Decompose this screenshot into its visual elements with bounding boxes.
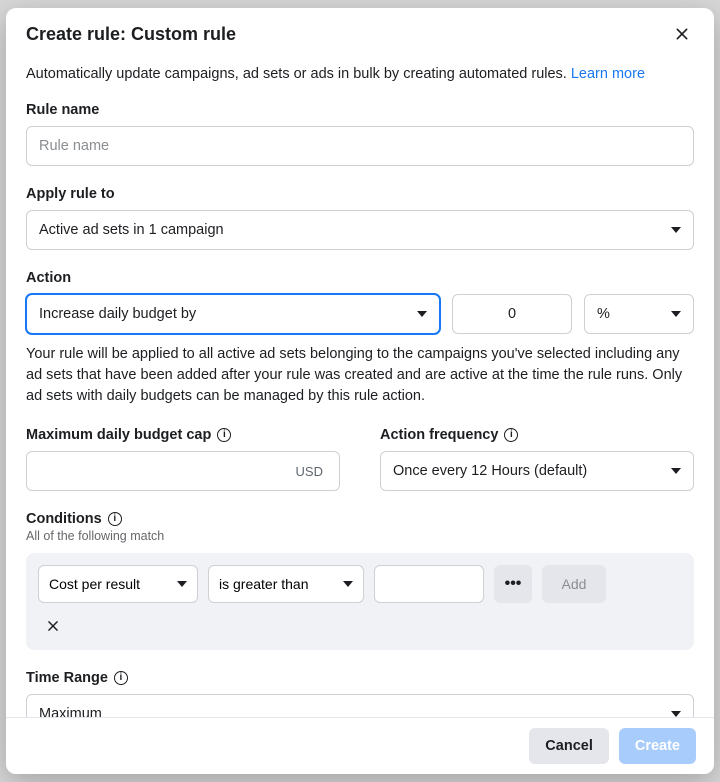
close-button[interactable]	[670, 22, 694, 46]
action-unit-value: %	[597, 306, 610, 322]
modal-footer: Cancel Create	[6, 717, 714, 774]
budget-cap-currency: USD	[296, 464, 327, 479]
time-range-value: Maximum	[39, 706, 102, 717]
apply-to-group: Apply rule to Active ad sets in 1 campai…	[26, 186, 694, 250]
caret-down-icon	[671, 711, 681, 717]
time-range-label: Time Range i	[26, 670, 694, 686]
frequency-label: Action frequency i	[380, 427, 694, 443]
budget-cap-group: Maximum daily budget cap i USD	[26, 427, 340, 491]
more-dots-icon: •••	[505, 575, 522, 593]
caret-down-icon	[671, 227, 681, 233]
modal-header: Create rule: Custom rule	[6, 8, 714, 56]
close-icon	[674, 26, 690, 42]
rule-name-input[interactable]: Rule name	[26, 126, 694, 166]
time-range-group: Time Range i Maximum	[26, 670, 694, 717]
info-icon[interactable]: i	[114, 671, 128, 685]
frequency-group: Action frequency i Once every 12 Hours (…	[380, 427, 694, 491]
caret-down-icon	[671, 468, 681, 474]
action-amount-value: 0	[508, 306, 516, 322]
info-icon[interactable]: i	[108, 512, 122, 526]
caret-down-icon	[343, 581, 353, 587]
conditions-label-text: Conditions	[26, 511, 102, 527]
frequency-value: Once every 12 Hours (default)	[393, 463, 587, 479]
frequency-select[interactable]: Once every 12 Hours (default)	[380, 451, 694, 491]
action-label: Action	[26, 270, 694, 286]
action-group: Action Increase daily budget by 0 %	[26, 270, 694, 334]
action-select[interactable]: Increase daily budget by	[26, 294, 440, 334]
action-select-value: Increase daily budget by	[39, 306, 196, 322]
cap-freq-row: Maximum daily budget cap i USD Action fr…	[26, 427, 694, 491]
condition-metric-select[interactable]: Cost per result	[38, 565, 198, 603]
condition-value-input[interactable]	[374, 565, 484, 603]
rule-name-label: Rule name	[26, 102, 694, 118]
info-icon[interactable]: i	[217, 428, 231, 442]
condition-operator-select[interactable]: is greater than	[208, 565, 364, 603]
condition-more-button[interactable]: •••	[494, 565, 532, 603]
budget-cap-label: Maximum daily budget cap i	[26, 427, 340, 443]
action-help-text: Your rule will be applied to all active …	[26, 344, 694, 407]
action-amount-input[interactable]: 0	[452, 294, 572, 334]
caret-down-icon	[177, 581, 187, 587]
conditions-box: Cost per result is greater than ••• Add	[26, 553, 694, 650]
intro-text: Automatically update campaigns, ad sets …	[26, 64, 694, 84]
condition-operator-value: is greater than	[219, 576, 309, 592]
condition-add-button[interactable]: Add	[542, 565, 606, 603]
time-range-label-text: Time Range	[26, 670, 108, 686]
action-unit-select[interactable]: %	[584, 294, 694, 334]
time-range-select[interactable]: Maximum	[26, 694, 694, 717]
budget-cap-label-text: Maximum daily budget cap	[26, 427, 211, 443]
apply-to-select[interactable]: Active ad sets in 1 campaign	[26, 210, 694, 250]
info-icon[interactable]: i	[504, 428, 518, 442]
cancel-button[interactable]: Cancel	[529, 728, 609, 764]
learn-more-link[interactable]: Learn more	[571, 66, 645, 82]
apply-to-label: Apply rule to	[26, 186, 694, 202]
apply-to-value: Active ad sets in 1 campaign	[39, 222, 224, 238]
conditions-group: Conditions i All of the following match …	[26, 511, 694, 650]
modal-title: Create rule: Custom rule	[26, 24, 236, 45]
modal-body[interactable]: Automatically update campaigns, ad sets …	[6, 56, 714, 717]
budget-cap-input[interactable]: USD	[26, 451, 340, 491]
frequency-label-text: Action frequency	[380, 427, 498, 443]
conditions-sublabel: All of the following match	[26, 529, 694, 543]
intro-text-content: Automatically update campaigns, ad sets …	[26, 66, 567, 82]
condition-metric-value: Cost per result	[49, 576, 140, 592]
create-button[interactable]: Create	[619, 728, 696, 764]
x-icon	[46, 619, 60, 633]
caret-down-icon	[671, 311, 681, 317]
create-rule-modal: Create rule: Custom rule Automatically u…	[6, 8, 714, 774]
rule-name-group: Rule name Rule name	[26, 102, 694, 166]
caret-down-icon	[417, 311, 427, 317]
condition-remove-button[interactable]	[38, 613, 682, 638]
conditions-label: Conditions i	[26, 511, 694, 527]
